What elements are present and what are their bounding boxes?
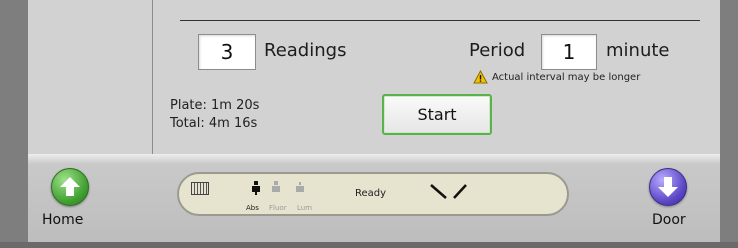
readings-label: Readings (264, 40, 347, 61)
abs-mode-icon (252, 181, 260, 195)
warning-triangle-icon (473, 70, 488, 84)
status-ready: Ready (355, 188, 387, 199)
lum-mode-icon (296, 182, 304, 192)
period-unit: minute (606, 40, 670, 61)
plate-time: Plate: 1m 20s (170, 98, 260, 113)
bottom-strip (0, 242, 738, 248)
panel-divider (152, 0, 153, 154)
interval-warning: Actual interval may be longer (473, 70, 640, 84)
mode-label-lum: Lum (297, 204, 313, 212)
door-button[interactable] (649, 168, 687, 206)
mode-label-abs: Abs (246, 204, 259, 212)
period-label: Period (469, 40, 526, 61)
readings-input[interactable]: 3 (198, 34, 256, 70)
mode-label-fluor: Fluor (269, 204, 287, 212)
home-button[interactable] (51, 168, 89, 206)
door-label: Door (652, 212, 686, 228)
section-rule (180, 20, 700, 21)
plate-carrier-icon (430, 184, 467, 199)
home-up-arrow-icon (60, 177, 80, 196)
home-label: Home (42, 212, 84, 228)
start-button[interactable]: Start (382, 94, 492, 135)
period-input[interactable]: 1 (541, 34, 597, 70)
keyboard-icon[interactable] (191, 182, 209, 195)
interval-warning-text: Actual interval may be longer (492, 71, 641, 83)
total-time: Total: 4m 16s (170, 116, 258, 131)
door-down-arrow-icon (658, 177, 678, 197)
fluor-mode-icon (272, 181, 280, 192)
